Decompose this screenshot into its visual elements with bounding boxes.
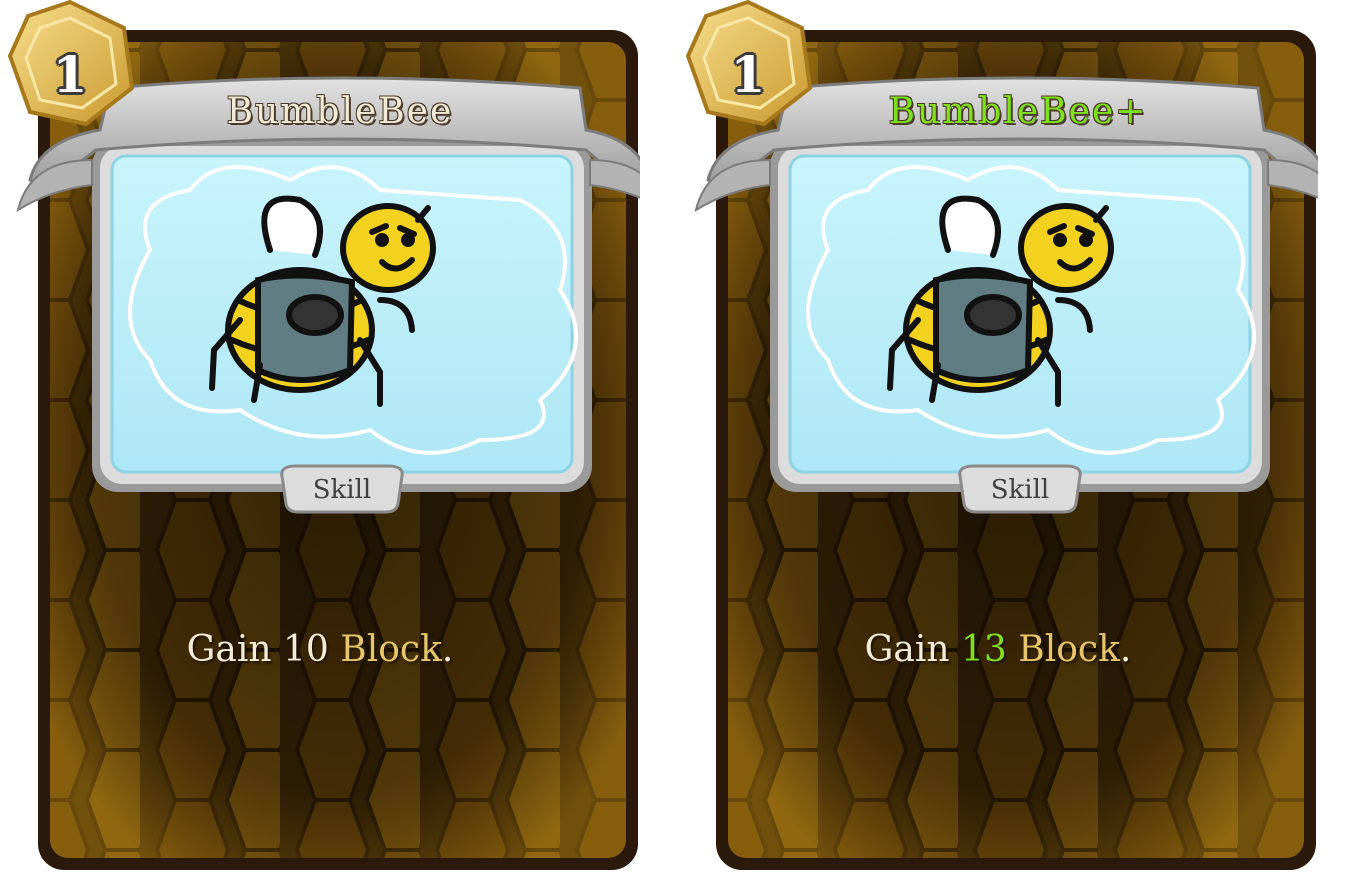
energy-cost: 1 xyxy=(52,45,88,104)
desc-keyword-block: Block xyxy=(1018,629,1120,670)
desc-suffix: . xyxy=(441,629,454,670)
card-title: BumbleBee+ xyxy=(888,91,1148,132)
desc-prefix: Gain xyxy=(864,629,962,670)
card-type: Skill xyxy=(990,475,1050,505)
card-bumblebee[interactable]: 1 BumbleBee Skill Gain 10 Block. xyxy=(0,0,640,874)
card-bumblebee-upgraded[interactable]: 1 BumbleBee+ Skill Gain 13 Block. xyxy=(678,0,1318,874)
card-type: Skill xyxy=(312,475,372,505)
energy-cost: 1 xyxy=(730,45,766,104)
desc-prefix: Gain xyxy=(186,629,284,670)
desc-suffix: . xyxy=(1119,629,1132,670)
desc-space xyxy=(329,629,340,670)
desc-value: 13 xyxy=(961,629,1007,670)
desc-keyword-block: Block xyxy=(340,629,442,670)
desc-value: 10 xyxy=(283,629,329,670)
card-description: Gain 10 Block. xyxy=(80,620,560,680)
card-description: Gain 13 Block. xyxy=(758,620,1238,680)
desc-space xyxy=(1007,629,1018,670)
card-title: BumbleBee xyxy=(226,91,454,132)
